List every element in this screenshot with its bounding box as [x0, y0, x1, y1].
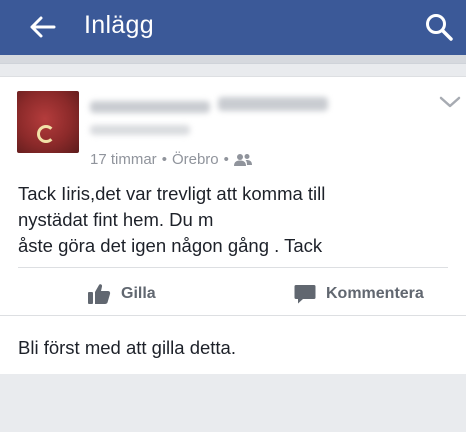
post-time[interactable]: 17 timmar — [90, 151, 157, 168]
comment-label: Kommentera — [326, 285, 424, 302]
likes-summary[interactable]: Bli först med att gilla detta. — [18, 337, 236, 359]
divider — [18, 267, 448, 268]
like-label: Gilla — [121, 285, 156, 302]
chevron-down-icon — [439, 96, 461, 108]
post-text-line: Tack Iiris,det var trevligt att komma ti… — [18, 183, 326, 204]
meta-separator: • — [161, 151, 167, 168]
avatar-detail — [37, 125, 55, 143]
app-bar: Inlägg — [0, 0, 466, 55]
avatar[interactable] — [17, 91, 79, 153]
feed-background — [0, 374, 466, 432]
post-card: 17 timmar • Örebro • Tack Iiris,det var … — [0, 76, 466, 374]
search-button[interactable] — [420, 9, 458, 45]
post-menu-button[interactable] — [438, 93, 462, 111]
post-location[interactable]: Örebro — [172, 151, 219, 168]
post-meta: 17 timmar • Örebro • — [90, 151, 252, 168]
back-button[interactable] — [26, 12, 58, 42]
author-name-redacted — [90, 91, 340, 147]
search-icon — [426, 14, 453, 41]
feed-gap — [0, 64, 466, 76]
like-button[interactable]: Gilla — [87, 277, 156, 311]
comment-icon — [294, 285, 316, 304]
friends-icon — [233, 153, 252, 166]
comment-button[interactable]: Kommentera — [294, 277, 424, 311]
post-text-line: åste göra det igen någon gång . Tack — [18, 235, 323, 256]
post-body: Tack Iiris,det var trevligt att komma ti… — [18, 181, 458, 259]
divider — [0, 315, 466, 316]
thumbs-up-icon — [88, 284, 111, 304]
post-text-line: nystädat fint hem. Du m — [18, 209, 214, 230]
meta-separator-2: • — [223, 151, 229, 168]
page-title: Inlägg — [84, 11, 154, 39]
feed-divider — [0, 55, 466, 64]
arrow-left-icon — [30, 16, 56, 38]
